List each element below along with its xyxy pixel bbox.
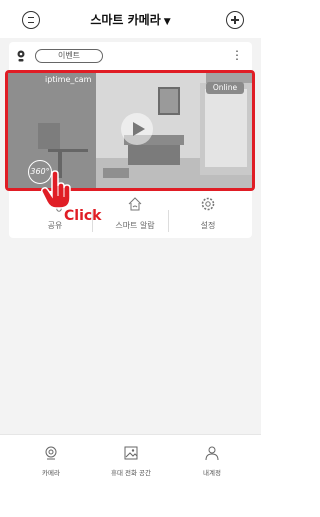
- status-badge: Online: [206, 82, 244, 94]
- settings-label: 설정: [200, 221, 216, 230]
- title-dropdown[interactable]: 스마트 카메라 ▼: [0, 11, 261, 28]
- camera-icon: [45, 446, 57, 460]
- divider: [168, 210, 169, 232]
- camera-device-icon: [17, 50, 25, 62]
- nav-item-account[interactable]: 내계정: [177, 445, 247, 477]
- top-bar: 스마트 카메라 ▼: [0, 0, 261, 38]
- dropdown-arrow-icon: ▼: [163, 17, 171, 27]
- nav-label-account: 내계정: [203, 469, 221, 477]
- smart-alarm-action[interactable]: 스마트 알람: [100, 196, 170, 238]
- event-button[interactable]: 이벤트: [35, 49, 103, 63]
- add-camera-button[interactable]: [226, 11, 244, 29]
- click-annotation: Click: [64, 208, 102, 224]
- nav-label-phone-space: 휴대 전화 공간: [110, 469, 151, 477]
- hand-pointer-icon: [41, 170, 71, 209]
- plus-icon: [234, 16, 236, 24]
- settings-action[interactable]: 설정: [178, 196, 238, 238]
- nav-label-camera: 카메라: [42, 469, 60, 477]
- nav-item-phone-space[interactable]: 휴대 전화 공간: [96, 445, 166, 477]
- gear-icon: [201, 197, 215, 211]
- more-options-icon[interactable]: ⋮: [231, 48, 243, 64]
- play-button[interactable]: [121, 113, 153, 145]
- page-title: 스마트 카메라: [90, 13, 161, 27]
- bottom-navigation: 카메라 휴대 전화 공간 내계정: [0, 434, 261, 517]
- play-icon: [133, 122, 145, 136]
- image-icon: [124, 446, 138, 460]
- home-alarm-icon: [128, 197, 142, 211]
- app-screen: 스마트 카메라 ▼ 이벤트 ⋮ iptime_cam Online 360° 공…: [0, 0, 261, 517]
- smart-alarm-label: 스마트 알람: [115, 221, 155, 230]
- nav-item-camera[interactable]: 카메라: [16, 445, 86, 477]
- person-icon: [205, 446, 219, 461]
- camera-name-label: iptime_cam: [45, 75, 92, 84]
